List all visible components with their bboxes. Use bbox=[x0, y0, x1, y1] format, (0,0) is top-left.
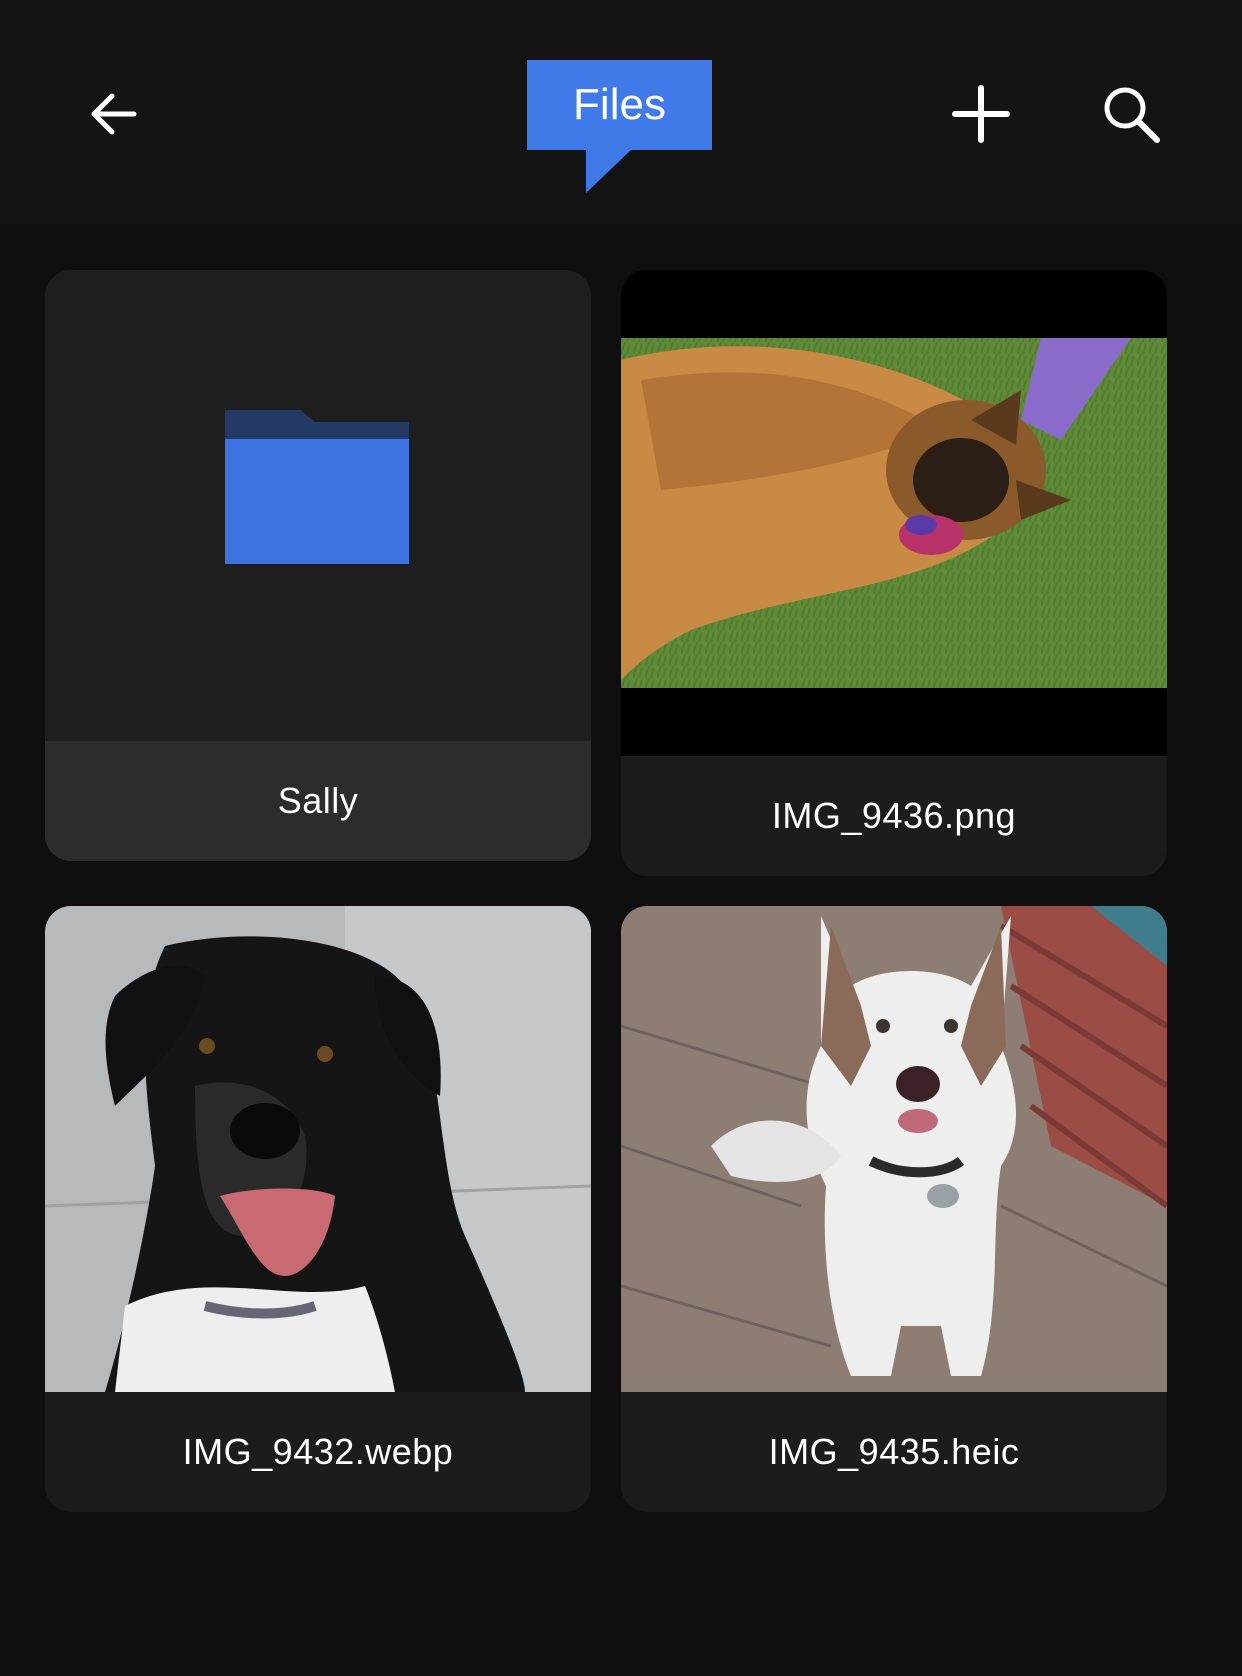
image-thumbnail bbox=[621, 270, 1167, 756]
image-card-9432[interactable]: IMG_9432.webp bbox=[45, 906, 591, 1512]
image-card-9436[interactable]: IMG_9436.png bbox=[621, 270, 1167, 876]
image-name: IMG_9435.heic bbox=[768, 1431, 1020, 1472]
top-app-bar: Files bbox=[0, 0, 1242, 224]
folder-icon bbox=[225, 410, 409, 564]
title-bubble-tail bbox=[586, 149, 632, 193]
arrow-left-icon bbox=[91, 93, 137, 135]
image-name: IMG_9432.webp bbox=[182, 1431, 454, 1472]
add-button[interactable] bbox=[931, 64, 1031, 164]
image-thumbnail bbox=[45, 906, 591, 1392]
search-icon bbox=[1104, 87, 1160, 143]
plus-icon bbox=[952, 85, 1010, 143]
page-title: Files bbox=[527, 60, 712, 150]
folder-name: Sally bbox=[45, 741, 591, 861]
image-thumbnail bbox=[621, 906, 1167, 1392]
back-button[interactable] bbox=[64, 64, 164, 164]
image-name: IMG_9436.png bbox=[771, 795, 1017, 836]
search-button[interactable] bbox=[1081, 64, 1181, 164]
image-card-9435[interactable]: IMG_9435.heic bbox=[621, 906, 1167, 1512]
folder-card-sally[interactable]: Sally bbox=[45, 270, 591, 861]
